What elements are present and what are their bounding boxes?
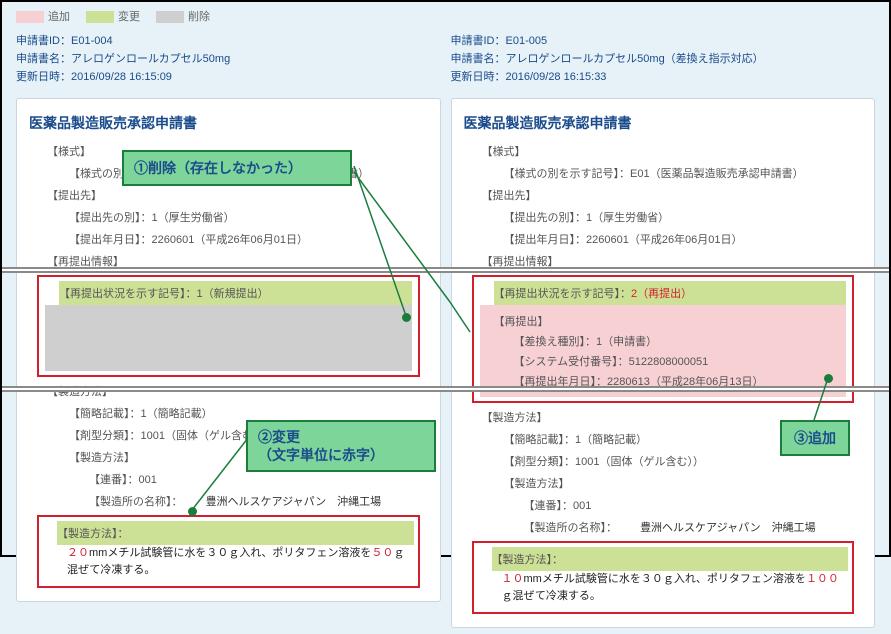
label: 申請書ID： (16, 35, 71, 47)
swatch-add (16, 11, 44, 23)
callout-modified-line1: ②変更 (258, 429, 300, 445)
value: アレロゲンロールカプセル50mg (71, 53, 230, 65)
field-seq: 【連番】：001 (464, 497, 863, 513)
field-seq: 【連番】：001 (29, 471, 428, 487)
value: 豊洲ヘルスケアジャパン 沖縄工場 (206, 496, 382, 508)
left-diff-block-2: 【製造方法】： ２０mmメチル試験管に水を３０ｇ入れ、ポリタフェン溶液を５０ｇ混… (37, 515, 420, 588)
field-resubmit-status: 【再提出状況を示す記号】：1（新規提出） (59, 281, 412, 305)
value: E01-005 (506, 35, 548, 47)
field-dest-kind: 【提出先の別】：1（厚生労働省） (29, 209, 428, 225)
right-diff-block-2: 【製造方法】： １０mmメチル試験管に水を３０ｇ入れ、ポリタフェン溶液を１００ ｇ… (472, 541, 855, 614)
card-title: 医薬品製造販売承認申請書 (464, 113, 863, 133)
legend-mod-label: 変更 (118, 11, 140, 23)
legend-add-label: 追加 (48, 11, 70, 23)
field-format-kind: 【様式の別を示す記号】：E01（医薬品製造販売承認申請書） (464, 165, 863, 181)
right-meta-name: 申請書名：アレロゲンロールカプセル50mg（差換え指示対応） (451, 50, 876, 66)
field-site: 【製造所の名称】： 豊洲ヘルスケアジャパン 沖縄工場 (29, 493, 428, 509)
field-sys-no: 【システム受付番号】：5122808000051 (486, 353, 841, 369)
label: 更新日時： (451, 71, 506, 83)
txt-d: ｇ混ぜて冷凍する。 (502, 590, 601, 602)
right-card: 医薬品製造販売承認申請書 【様式】 【様式の別を示す記号】：E01（医薬品製造販… (451, 98, 876, 628)
left-meta-updated: 更新日時：2016/09/28 16:15:09 (16, 68, 441, 84)
left-deleted-block (45, 305, 412, 371)
diff-red-c: ５０ (371, 547, 393, 559)
callout-deleted: ①削除（存在しなかった） (122, 150, 352, 186)
legend-del: 削除 (156, 8, 210, 24)
field-proc-value: ２０mmメチル試験管に水を３０ｇ入れ、ポリタフェン溶液を５０ｇ混ぜて冷凍する。 (43, 545, 414, 578)
right-column: 申請書ID：E01-005 申請書名：アレロゲンロールカプセル50mg（差換え指… (451, 32, 876, 628)
label: 申請書ID： (451, 35, 506, 47)
field-proc-value: １０mmメチル試験管に水を３０ｇ入れ、ポリタフェン溶液を１００ ｇ混ぜて冷凍する。 (478, 571, 849, 604)
callout-added: ③追加 (780, 420, 850, 456)
field-brief: 【簡略記載】：1（簡略記載） (29, 405, 428, 421)
connector-dot-1 (402, 313, 411, 322)
value: E01-004 (71, 35, 113, 47)
left-meta-name: 申請書名：アレロゲンロールカプセル50mg (16, 50, 441, 66)
legend-mod: 変更 (86, 8, 140, 24)
field-submit-date: 【提出年月日】：2260601（平成26年06月01日） (464, 231, 863, 247)
diff-red-c: １００ (806, 573, 839, 585)
field-site: 【製造所の名称】： 豊洲ヘルスケアジャパン 沖縄工場 (464, 519, 863, 535)
callout-modified: ②変更 （文字単位に赤字） (246, 420, 436, 472)
left-meta-id: 申請書ID：E01-004 (16, 32, 441, 48)
field-format: 【様式】 (464, 143, 863, 159)
value: 2016/09/28 16:15:09 (71, 71, 172, 83)
txt-b: mmメチル試験管に水を３０ｇ入れ、ポリタフェン溶液を (89, 547, 371, 559)
label: 更新日時： (16, 71, 71, 83)
right-meta-id: 申請書ID：E01-005 (451, 32, 876, 48)
field-replace-kind: 【差換え種別】：1（申請書） (486, 333, 841, 349)
connector-dot-3 (824, 374, 833, 383)
field-resubmit-status: 【再提出状況を示す記号】：2（再提出） (494, 281, 847, 305)
value: 2016/09/28 16:15:33 (506, 71, 607, 83)
txt-b: mmメチル試験管に水を３０ｇ入れ、ポリタフェン溶液を (524, 573, 806, 585)
swatch-mod (86, 11, 114, 23)
field-submit-date: 【提出年月日】：2260601（平成26年06月01日） (29, 231, 428, 247)
divider-line-1 (2, 267, 889, 273)
right-diff-block-1: 【再提出状況を示す記号】：2（再提出） 【再提出】 【差換え種別】：1（申請書）… (472, 275, 855, 403)
legend-del-label: 削除 (188, 11, 210, 23)
field-dest-kind: 【提出先の別】：1（厚生労働省） (464, 209, 863, 225)
right-meta-updated: 更新日時：2016/09/28 16:15:33 (451, 68, 876, 84)
field-method2: 【製造方法】 (464, 475, 863, 491)
value: 豊洲ヘルスケアジャパン 沖縄工場 (640, 522, 816, 534)
field-dest: 【提出先】 (464, 187, 863, 203)
right-added-block: 【再提出】 【差換え種別】：1（申請書） 【システム受付番号】：51228080… (480, 305, 847, 397)
field-proc: 【製造方法】： (57, 521, 414, 545)
legend: 追加 変更 削除 (16, 8, 875, 24)
left-column: 申請書ID：E01-004 申請書名：アレロゲンロールカプセル50mg 更新日時… (16, 32, 441, 628)
field-proc: 【製造方法】： (492, 547, 849, 571)
value: アレロゲンロールカプセル50mg（差換え指示対応） (506, 53, 764, 65)
label: 申請書名： (16, 53, 71, 65)
divider-line-2 (2, 386, 889, 392)
label: 【再提出状況を示す記号】： (494, 288, 632, 300)
diff-red-a: １０ (502, 573, 524, 585)
legend-add: 追加 (16, 8, 70, 24)
field-resubmit-hdr: 【再提出】 (486, 313, 841, 329)
label: 【製造所の名称】： (89, 496, 183, 508)
callout-modified-line2: （文字単位に赤字） (258, 447, 384, 463)
field-dest: 【提出先】 (29, 187, 428, 203)
label: 【製造所の名称】： (524, 522, 618, 534)
left-diff-block-1: 【再提出状況を示す記号】：1（新規提出） (37, 275, 420, 377)
card-title: 医薬品製造販売承認申請書 (29, 113, 428, 133)
diff-red: 2（再提出） (631, 288, 692, 300)
swatch-del (156, 11, 184, 23)
label: 申請書名： (451, 53, 506, 65)
diff-red-a: ２０ (67, 547, 89, 559)
connector-dot-2 (188, 507, 197, 516)
